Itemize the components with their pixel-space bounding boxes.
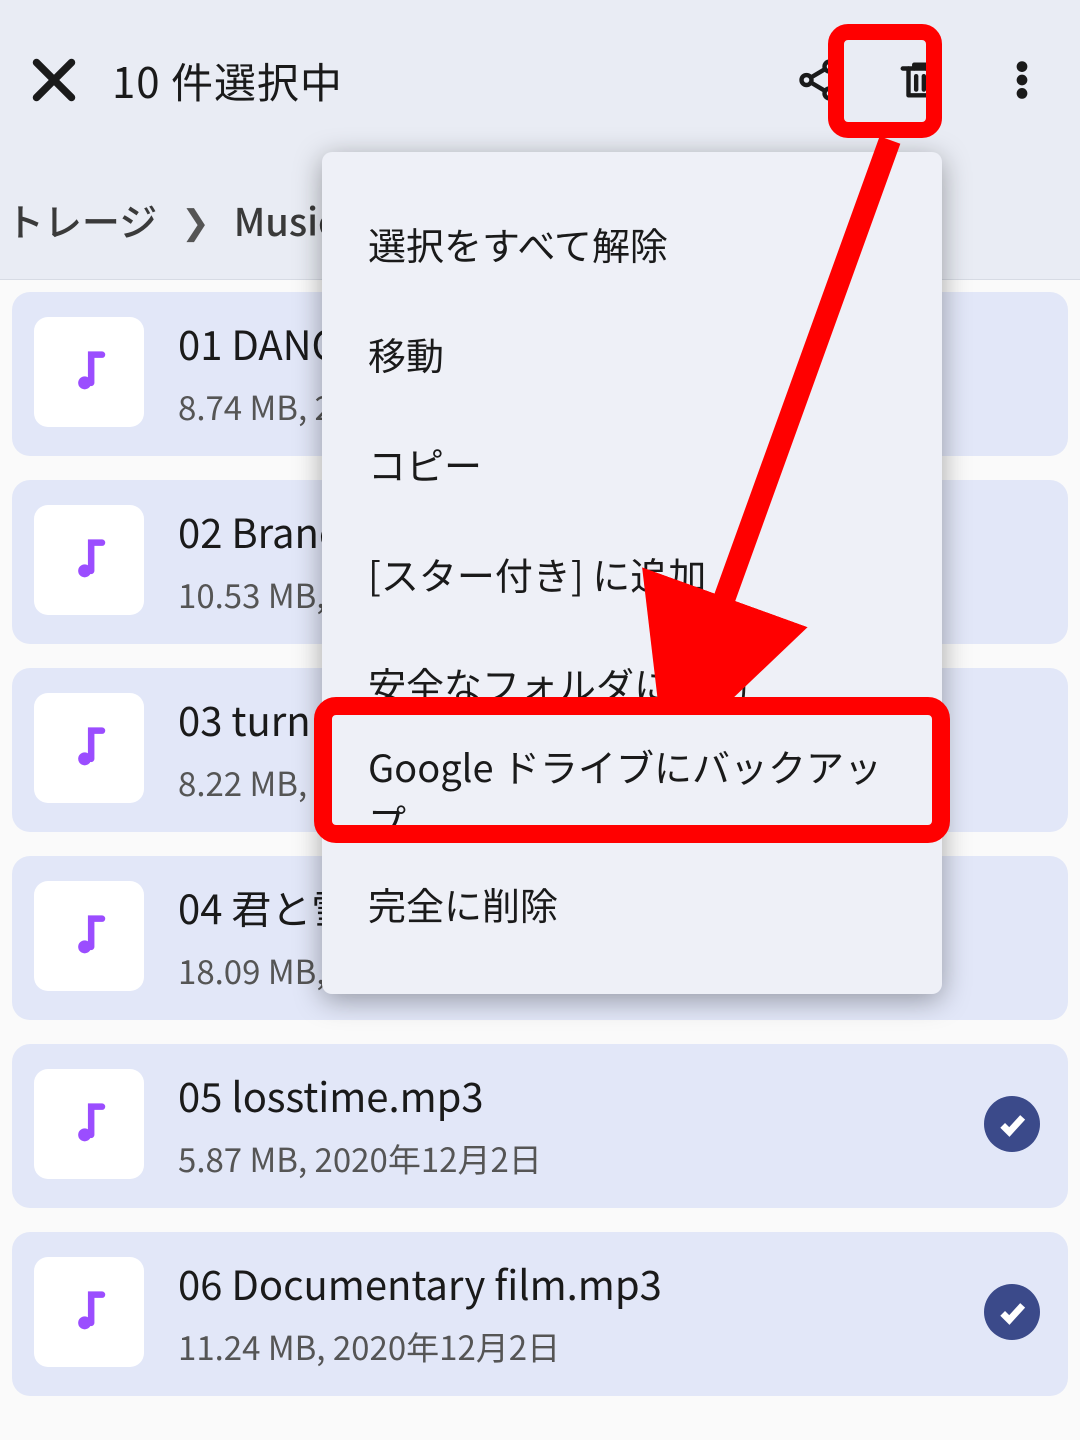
- close-icon[interactable]: [24, 50, 84, 110]
- music-note-icon: [34, 693, 144, 803]
- chevron-right-icon: ❯: [181, 195, 210, 244]
- file-row[interactable]: 06 Documentary film.mp3 11.24 MB, 2020年1…: [12, 1232, 1068, 1396]
- overflow-menu: 選択をすべて解除 移動 コピー [スター付き] に追加 安全なフォルダに移動 G…: [322, 152, 942, 994]
- music-note-icon: [34, 1257, 144, 1367]
- menu-item-move[interactable]: 移動: [322, 298, 942, 408]
- music-note-icon: [34, 1069, 144, 1179]
- menu-item-add-star[interactable]: [スター付き] に追加: [322, 518, 942, 628]
- music-note-icon: [34, 505, 144, 615]
- menu-item-copy[interactable]: コピー: [322, 408, 942, 518]
- overflow-icon[interactable]: [988, 46, 1056, 114]
- check-icon: [984, 1096, 1040, 1152]
- file-meta: 11.24 MB, 2020年12月2日: [178, 1322, 984, 1370]
- share-icon[interactable]: [784, 46, 852, 114]
- music-note-icon: [34, 881, 144, 991]
- music-note-icon: [34, 317, 144, 427]
- check-icon: [984, 1284, 1040, 1340]
- file-row[interactable]: 05 losstime.mp3 5.87 MB, 2020年12月2日: [12, 1044, 1068, 1208]
- file-name: 06 Documentary film.mp3: [178, 1254, 984, 1312]
- selection-toolbar: 10 件選択中: [0, 0, 1080, 160]
- file-name: 05 losstime.mp3: [178, 1066, 984, 1124]
- breadcrumb-segment[interactable]: トレージ: [6, 192, 157, 247]
- menu-item-deselect-all[interactable]: 選択をすべて解除: [322, 188, 942, 298]
- selection-title: 10 件選択中: [112, 50, 784, 111]
- menu-item-safe-folder[interactable]: 安全なフォルダに移動: [322, 628, 942, 738]
- trash-icon[interactable]: [886, 46, 954, 114]
- menu-item-delete[interactable]: 完全に削除: [322, 848, 942, 958]
- file-meta: 5.87 MB, 2020年12月2日: [178, 1134, 984, 1182]
- menu-item-drive-backup[interactable]: Google ドライブにバックアップ: [322, 738, 942, 848]
